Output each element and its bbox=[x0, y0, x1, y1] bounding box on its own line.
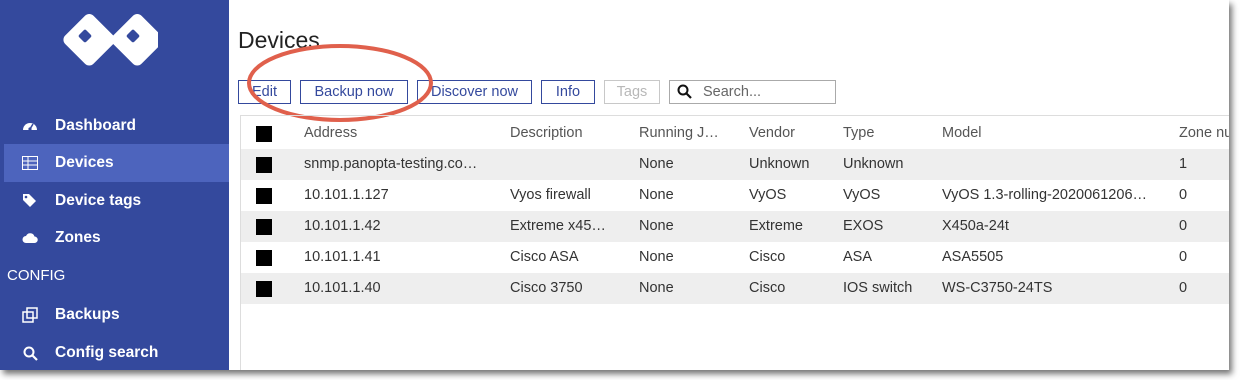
cell-type: IOS switch bbox=[843, 280, 913, 296]
search-box[interactable] bbox=[669, 80, 836, 104]
sidebar: Dashboard Devices Device tags Zones CONF… bbox=[0, 0, 229, 370]
sidebar-item-devices[interactable]: Devices bbox=[4, 144, 229, 182]
cell-vendor: Cisco bbox=[749, 280, 786, 296]
app-logo bbox=[63, 13, 158, 66]
cell-zone-number: 0 bbox=[1179, 187, 1188, 203]
clone-icon bbox=[22, 307, 38, 323]
column-header-vendor[interactable]: Vendor bbox=[749, 118, 829, 149]
cell-running-jobs: None bbox=[639, 218, 674, 234]
cell-address: 10.101.1.42 bbox=[304, 218, 381, 234]
sidebar-item-label: Dashboard bbox=[55, 117, 136, 134]
cell-type: Unknown bbox=[843, 156, 904, 172]
sidebar-item-zones[interactable]: Zones bbox=[4, 219, 229, 257]
cell-model: ASA5505 bbox=[942, 249, 1004, 265]
cell-zone-number: 0 bbox=[1179, 249, 1188, 265]
row-checkbox[interactable] bbox=[256, 188, 272, 204]
sidebar-item-device-tags[interactable]: Device tags bbox=[4, 182, 229, 220]
cell-type: EXOS bbox=[843, 218, 884, 234]
cell-type: VyOS bbox=[843, 187, 881, 203]
table-row[interactable]: 10.101.1.127 Vyos firewall None VyOS VyO… bbox=[241, 180, 1229, 211]
page-title: Devices bbox=[238, 27, 320, 53]
cell-description: Cisco 3750 bbox=[510, 280, 583, 296]
select-all-checkbox[interactable] bbox=[256, 126, 272, 142]
cell-running-jobs: None bbox=[639, 156, 674, 172]
sidebar-item-label: Device tags bbox=[55, 192, 142, 209]
cell-description: Cisco ASA bbox=[510, 249, 579, 265]
cell-vendor: Unknown bbox=[749, 156, 810, 172]
cell-description: Vyos firewall bbox=[510, 187, 591, 203]
cell-description: Extreme x45… bbox=[510, 218, 606, 234]
cell-model: VyOS 1.3-rolling-2020061206… bbox=[942, 187, 1148, 203]
info-button[interactable]: Info bbox=[541, 80, 595, 104]
table-row[interactable]: snmp.panopta-testing.co… None Unknown Un… bbox=[241, 149, 1229, 180]
cell-zone-number: 0 bbox=[1179, 280, 1188, 296]
cell-running-jobs: None bbox=[639, 187, 674, 203]
cell-model: WS-C3750-24TS bbox=[942, 280, 1053, 296]
table-icon bbox=[22, 155, 38, 171]
app-window: Dashboard Devices Device tags Zones CONF… bbox=[0, 0, 1229, 370]
cell-zone-number: 0 bbox=[1179, 218, 1188, 234]
devices-table: Address Description Running J… Vendor Ty… bbox=[240, 115, 1229, 370]
table-row[interactable]: 10.101.1.40 Cisco 3750 None Cisco IOS sw… bbox=[241, 273, 1229, 304]
discover-now-button[interactable]: Discover now bbox=[417, 80, 532, 104]
cell-vendor: Extreme bbox=[749, 218, 803, 234]
cell-running-jobs: None bbox=[639, 249, 674, 265]
search-icon bbox=[22, 345, 38, 361]
column-header-zone-number[interactable]: Zone nu bbox=[1179, 118, 1229, 149]
dashboard-gauge-icon bbox=[22, 118, 38, 134]
sidebar-item-config-search[interactable]: Config search bbox=[4, 334, 229, 370]
table-header-row: Address Description Running J… Vendor Ty… bbox=[241, 118, 1229, 149]
search-input[interactable] bbox=[703, 84, 823, 100]
sidebar-item-label: Backups bbox=[55, 306, 120, 323]
cell-model: X450a-24t bbox=[942, 218, 1009, 234]
tags-button[interactable]: Tags bbox=[604, 80, 660, 104]
sidebar-item-label: Devices bbox=[55, 154, 114, 171]
table-row[interactable]: 10.101.1.41 Cisco ASA None Cisco ASA ASA… bbox=[241, 242, 1229, 273]
table-row[interactable]: 10.101.1.42 Extreme x45… None Extreme EX… bbox=[241, 211, 1229, 242]
cell-running-jobs: None bbox=[639, 280, 674, 296]
column-header-type[interactable]: Type bbox=[843, 118, 928, 149]
cell-description bbox=[510, 149, 625, 180]
cell-address: 10.101.1.41 bbox=[304, 249, 381, 265]
column-header-description[interactable]: Description bbox=[510, 118, 625, 149]
cell-address: 10.101.1.127 bbox=[304, 187, 389, 203]
cell-address: snmp.panopta-testing.co… bbox=[304, 156, 478, 172]
row-checkbox[interactable] bbox=[256, 250, 272, 266]
cell-vendor: Cisco bbox=[749, 249, 786, 265]
sidebar-item-label: Zones bbox=[55, 229, 101, 246]
column-header-running-jobs[interactable]: Running J… bbox=[639, 118, 735, 149]
sidebar-item-label: Config search bbox=[55, 344, 159, 361]
edit-button[interactable]: Edit bbox=[238, 80, 291, 104]
cell-vendor: VyOS bbox=[749, 187, 787, 203]
sidebar-item-backups[interactable]: Backups bbox=[4, 296, 229, 334]
cloud-icon bbox=[22, 230, 38, 246]
tags-icon bbox=[22, 193, 38, 209]
search-icon bbox=[677, 84, 693, 100]
row-checkbox[interactable] bbox=[256, 219, 272, 235]
cell-model bbox=[942, 149, 1162, 180]
backup-now-button[interactable]: Backup now bbox=[300, 80, 408, 104]
column-header-model[interactable]: Model bbox=[942, 118, 1162, 149]
cell-address: 10.101.1.40 bbox=[304, 280, 381, 296]
cell-type: ASA bbox=[843, 249, 873, 265]
sidebar-item-dashboard[interactable]: Dashboard bbox=[4, 107, 229, 145]
section-header-config: CONFIG bbox=[7, 267, 66, 284]
row-checkbox[interactable] bbox=[256, 281, 272, 297]
column-header-address[interactable]: Address bbox=[304, 118, 494, 149]
row-checkbox[interactable] bbox=[256, 157, 272, 173]
cell-zone-number: 1 bbox=[1179, 156, 1188, 172]
